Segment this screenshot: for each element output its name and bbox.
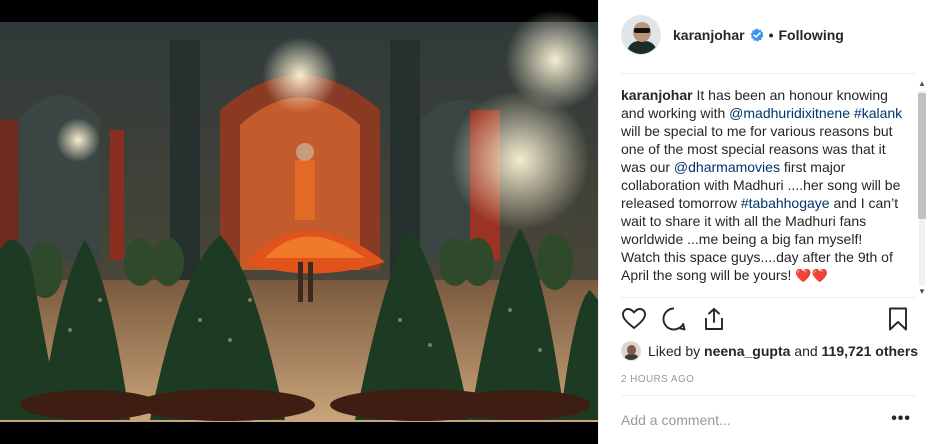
post-caption: karanjohar It has been an honour knowing… [621,86,905,285]
likes-text: Liked by neena_gupta and 119,721 others [648,343,918,359]
likes-conjunction: and [790,343,822,359]
heart-emoji: ❤️❤️ [795,268,828,283]
author-username[interactable]: karanjohar [673,27,745,43]
comment-input[interactable] [621,410,861,430]
likes-prefix: Liked by [648,343,705,359]
caption-username[interactable]: karanjohar [621,87,693,103]
comment-bar: ••• [621,410,913,432]
scroll-up-arrow-icon[interactable]: ▲ [917,79,927,89]
header-divider [621,73,916,74]
verified-badge-icon [750,28,763,42]
share-arrow-icon[interactable] [701,306,727,332]
speech-bubble-icon[interactable] [661,306,687,332]
mention-link[interactable]: @dharmamovies [674,159,780,175]
post-photo[interactable] [0,0,598,444]
likes-summary: Liked by neena_gupta and 119,721 others [621,341,918,361]
caption-scroll-area[interactable]: karanjohar It has been an honour knowing… [621,86,905,296]
scroll-down-arrow-icon[interactable]: ▼ [917,287,927,297]
more-options-icon[interactable]: ••• [891,410,911,428]
caption-scrollbar[interactable]: ▲ ▼ [916,79,928,297]
hashtag-link[interactable]: #tabahhogaye [741,195,830,211]
post-timestamp[interactable]: 2 HOURS AGO [621,374,694,385]
likes-others-count[interactable]: 119,721 others [822,343,919,359]
author-avatar[interactable] [621,15,661,55]
following-button[interactable]: Following [779,27,844,43]
liker-username[interactable]: neena_gupta [704,343,790,359]
follow-separator: • [768,27,774,43]
heart-outline-icon[interactable] [621,306,647,332]
post-sidebar: karanjohar • Following karanjohar It has… [598,0,932,444]
dance-scene-image [0,0,598,444]
scrollbar-thumb[interactable] [918,93,926,219]
bookmark-outline-icon[interactable] [885,306,911,332]
mention-link[interactable]: @madhuridixitnene [729,105,850,121]
post-action-bar [621,306,913,334]
caption-divider [621,297,916,298]
post-header: karanjohar • Following [621,14,844,56]
liker-avatar[interactable] [621,341,641,361]
comment-divider [621,395,916,396]
hashtag-link[interactable]: #kalank [854,105,902,121]
